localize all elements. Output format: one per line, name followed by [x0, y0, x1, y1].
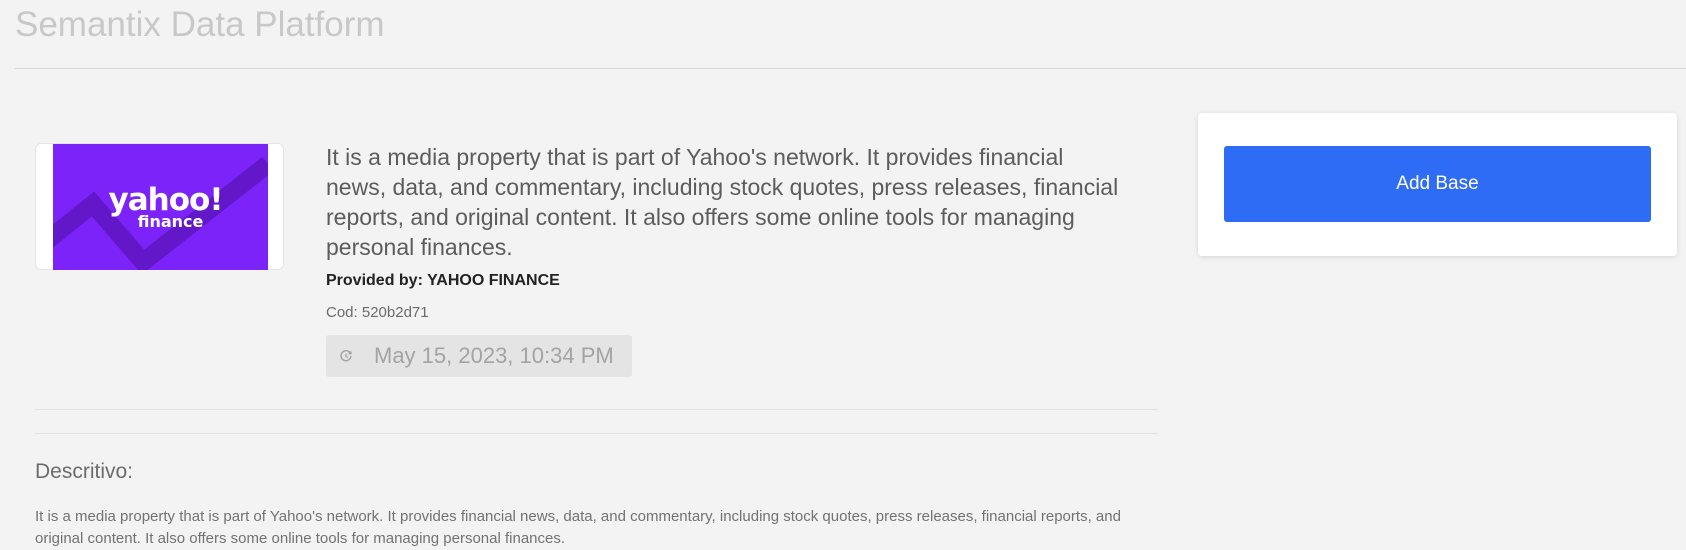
- dataset-code: Cod: 520b2d71: [326, 304, 429, 321]
- section-divider: [35, 433, 1158, 434]
- clock-icon: [338, 348, 354, 364]
- app-title: Semantix Data Platform: [15, 5, 385, 44]
- updated-date: May 15, 2023, 10:34 PM: [374, 343, 614, 368]
- description-body: It is a media property that is part of Y…: [35, 508, 1121, 547]
- section-divider: [35, 409, 1158, 410]
- logo-subtitle: finance: [137, 212, 204, 231]
- dataset-summary: It is a media property that is part of Y…: [326, 144, 1119, 260]
- dataset-logo-card: yahoo! finance: [35, 143, 284, 270]
- action-card: Add Base: [1198, 113, 1677, 256]
- description-heading: Descritivo:: [35, 460, 134, 483]
- header-divider: [15, 68, 1686, 69]
- add-base-button[interactable]: Add Base: [1224, 146, 1651, 222]
- date-badge: May 15, 2023, 10:34 PM: [326, 335, 632, 377]
- provider-label: Provided by: YAHOO FINANCE: [326, 272, 560, 289]
- yahoo-finance-logo: yahoo! finance: [53, 144, 268, 270]
